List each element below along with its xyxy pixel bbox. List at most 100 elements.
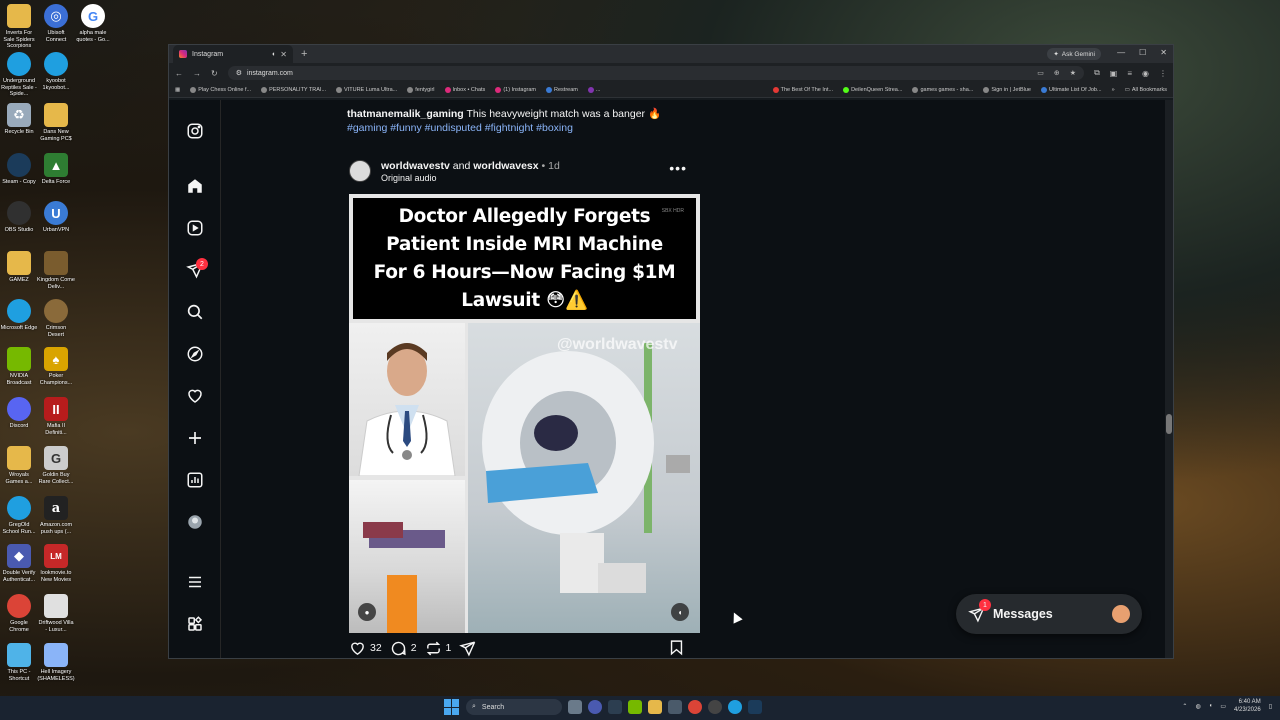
back-icon[interactable]: ← <box>175 69 183 78</box>
desktop-icon[interactable]: Galpha male quotes - Go... <box>74 4 112 43</box>
profile-icon[interactable]: ◉ <box>1142 69 1149 78</box>
address-bar[interactable]: ⚙ instagram.com ▭ ⊕ ★ <box>227 66 1085 80</box>
search-icon[interactable] <box>186 303 204 321</box>
taskbar-search[interactable]: ⌕ Search <box>466 699 562 715</box>
new-tab-button[interactable]: + <box>301 48 307 60</box>
desktop-icon[interactable]: ♠ Poker Champions... <box>37 347 75 386</box>
desktop-icon[interactable]: ▲ Delta Force <box>37 153 75 186</box>
desktop-icon[interactable]: a Amazon.com push ups (... <box>37 496 75 535</box>
desktop-icon[interactable]: LM lookmovie.to New Movies <box>37 544 75 583</box>
tagged-user-icon[interactable]: ● <box>358 603 376 621</box>
explore-icon[interactable] <box>186 345 204 363</box>
desktop-icon[interactable]: U UrbanVPN <box>37 201 75 234</box>
close-tab-icon[interactable]: ✕ <box>280 50 287 59</box>
save-button[interactable] <box>668 639 685 656</box>
bookmark[interactable]: fentygirl <box>407 87 435 93</box>
desktop-icon[interactable]: Google Chrome <box>0 594 38 633</box>
media-controls-icon[interactable]: ≡ <box>1127 69 1132 78</box>
bookmark[interactable]: ... <box>587 87 600 93</box>
bookmark[interactable]: (1) Instagram <box>495 87 536 93</box>
desktop-icon[interactable]: kyoobot 1kyoobot... <box>37 52 75 91</box>
bookmark-star-icon[interactable]: ★ <box>1070 69 1076 77</box>
cast-icon[interactable]: ▭ <box>1037 69 1044 77</box>
notifications-icon[interactable]: ▯ <box>1269 703 1272 710</box>
author-username-1[interactable]: worldwavestv <box>381 160 450 172</box>
create-plus-icon[interactable] <box>186 429 204 447</box>
heart-icon[interactable] <box>186 387 204 405</box>
desktop-icon[interactable]: Wroyals Games a... <box>0 446 38 485</box>
desktop-icon[interactable]: Crimson Desert <box>37 299 75 338</box>
mute-tab-icon[interactable]: ◖ <box>271 51 275 58</box>
desktop-icon[interactable]: Discord <box>0 397 38 430</box>
desktop-icon[interactable]: NVIDIA Broadcast <box>0 347 38 386</box>
edge-icon[interactable] <box>728 700 742 714</box>
sidepanel-icon[interactable]: ▣ <box>1110 69 1118 78</box>
maximize-icon[interactable]: ☐ <box>1139 48 1146 57</box>
more-options-icon[interactable]: ••• <box>669 160 687 176</box>
desktop-icon[interactable]: GAMEZ <box>0 251 38 284</box>
tray-chevron-icon[interactable]: ⌃ <box>1182 703 1187 710</box>
caption-username[interactable]: thatmanemalik_gaming <box>347 108 464 120</box>
menu-icon[interactable]: ⋮ <box>1159 69 1167 78</box>
bookmark[interactable]: Restream <box>546 87 578 93</box>
page-scrollbar[interactable] <box>1165 100 1173 658</box>
forward-icon[interactable]: → <box>193 69 201 78</box>
more-bookmarks-icon[interactable]: » <box>1112 87 1115 93</box>
bookmark[interactable]: games games - sha... <box>912 87 973 93</box>
close-window-icon[interactable]: ✕ <box>1160 48 1167 57</box>
hamburger-menu-icon[interactable] <box>186 573 204 591</box>
file-explorer-icon[interactable] <box>648 700 662 714</box>
bookmark[interactable]: The Best Of The Int... <box>772 87 833 93</box>
post-avatar[interactable] <box>349 160 371 182</box>
desktop-icon[interactable]: G Goldin Buy Rare Collect... <box>37 446 75 485</box>
share-button[interactable] <box>459 640 476 657</box>
desktop-icon[interactable]: ♻ Recycle Bin <box>0 103 38 136</box>
nvidia-app-icon[interactable] <box>628 700 642 714</box>
settings-icon[interactable] <box>608 700 622 714</box>
desktop-icon[interactable]: Steam - Copy <box>0 153 38 186</box>
messages-button[interactable]: 1 Messages <box>956 594 1142 634</box>
bookmark[interactable]: PERSONALITY TRAI... <box>261 87 326 93</box>
bookmark[interactable]: Ultimate List Of Job... <box>1041 87 1102 93</box>
desktop-icon[interactable]: Kingdom Come Deliv... <box>37 251 75 290</box>
comment-button[interactable]: 2 <box>390 640 417 657</box>
volume-icon[interactable]: ◖ <box>1209 703 1213 709</box>
dashboard-icon[interactable] <box>186 471 204 489</box>
desktop-icon[interactable]: This PC - Shortcut <box>0 643 38 682</box>
profile-avatar[interactable] <box>186 513 204 531</box>
desktop-icon[interactable]: Driftwood Villa - Luxur... <box>37 594 75 633</box>
desktop-icon[interactable]: GregOld School Run... <box>0 496 38 535</box>
bookmark[interactable]: Sign in | JetBlue <box>983 87 1031 93</box>
post-media[interactable]: Doctor Allegedly Forgets Patient Inside … <box>349 194 700 633</box>
also-from-meta-icon[interactable] <box>186 615 204 633</box>
ask-gemini-button[interactable]: ✦ Ask Gemini <box>1047 48 1101 60</box>
bookmark[interactable]: Play Chess Online f... <box>190 87 251 93</box>
network-icon[interactable]: ◍ <box>1195 703 1200 710</box>
extensions-icon[interactable]: ⧉ <box>1094 68 1100 78</box>
scrollbar-thumb[interactable] <box>1166 414 1172 434</box>
apps-icon[interactable]: ▦ <box>175 87 180 93</box>
all-bookmarks[interactable]: ▭ All Bookmarks <box>1125 87 1167 93</box>
author-username-2[interactable]: worldwavesx <box>473 160 538 172</box>
caption-hashtags[interactable]: #gaming #funny #undisputed #fightnight #… <box>347 121 707 135</box>
desktop-icon[interactable]: Dans New Gaming PC$ <box>37 103 75 142</box>
browser-app-icon[interactable] <box>588 700 602 714</box>
desktop-icon[interactable]: Microsoft Edge <box>0 299 38 332</box>
clock[interactable]: 6:40 AM 4/23/2026 <box>1234 698 1261 714</box>
minimize-icon[interactable]: — <box>1117 48 1125 57</box>
zoom-icon[interactable]: ⊕ <box>1054 69 1060 77</box>
desktop-icon[interactable]: Inverts For Sale Spiders Scorpions Manti… <box>0 4 38 50</box>
store-icon[interactable] <box>668 700 682 714</box>
battery-icon[interactable]: ▭ <box>1220 703 1226 710</box>
obs-icon[interactable] <box>708 700 722 714</box>
desktop-icon[interactable]: OBS Studio <box>0 201 38 234</box>
home-icon[interactable] <box>186 177 204 195</box>
bookmark[interactable]: DeilenQueen Strea... <box>843 87 902 93</box>
tab-instagram[interactable]: Instagram ◖ ✕ <box>173 45 293 63</box>
desktop-icon[interactable]: Underground Reptiles Sale - Spide... <box>0 52 38 98</box>
like-button[interactable]: 32 <box>349 640 382 657</box>
desktop-icon[interactable]: ◎ Ubisoft Connect <box>37 4 75 43</box>
desktop-icon[interactable]: ◆ Double Verify Authenticat... <box>0 544 38 583</box>
desktop-icon[interactable]: II Mafia II Definiti... <box>37 397 75 436</box>
instagram-logo-icon[interactable] <box>186 122 204 140</box>
